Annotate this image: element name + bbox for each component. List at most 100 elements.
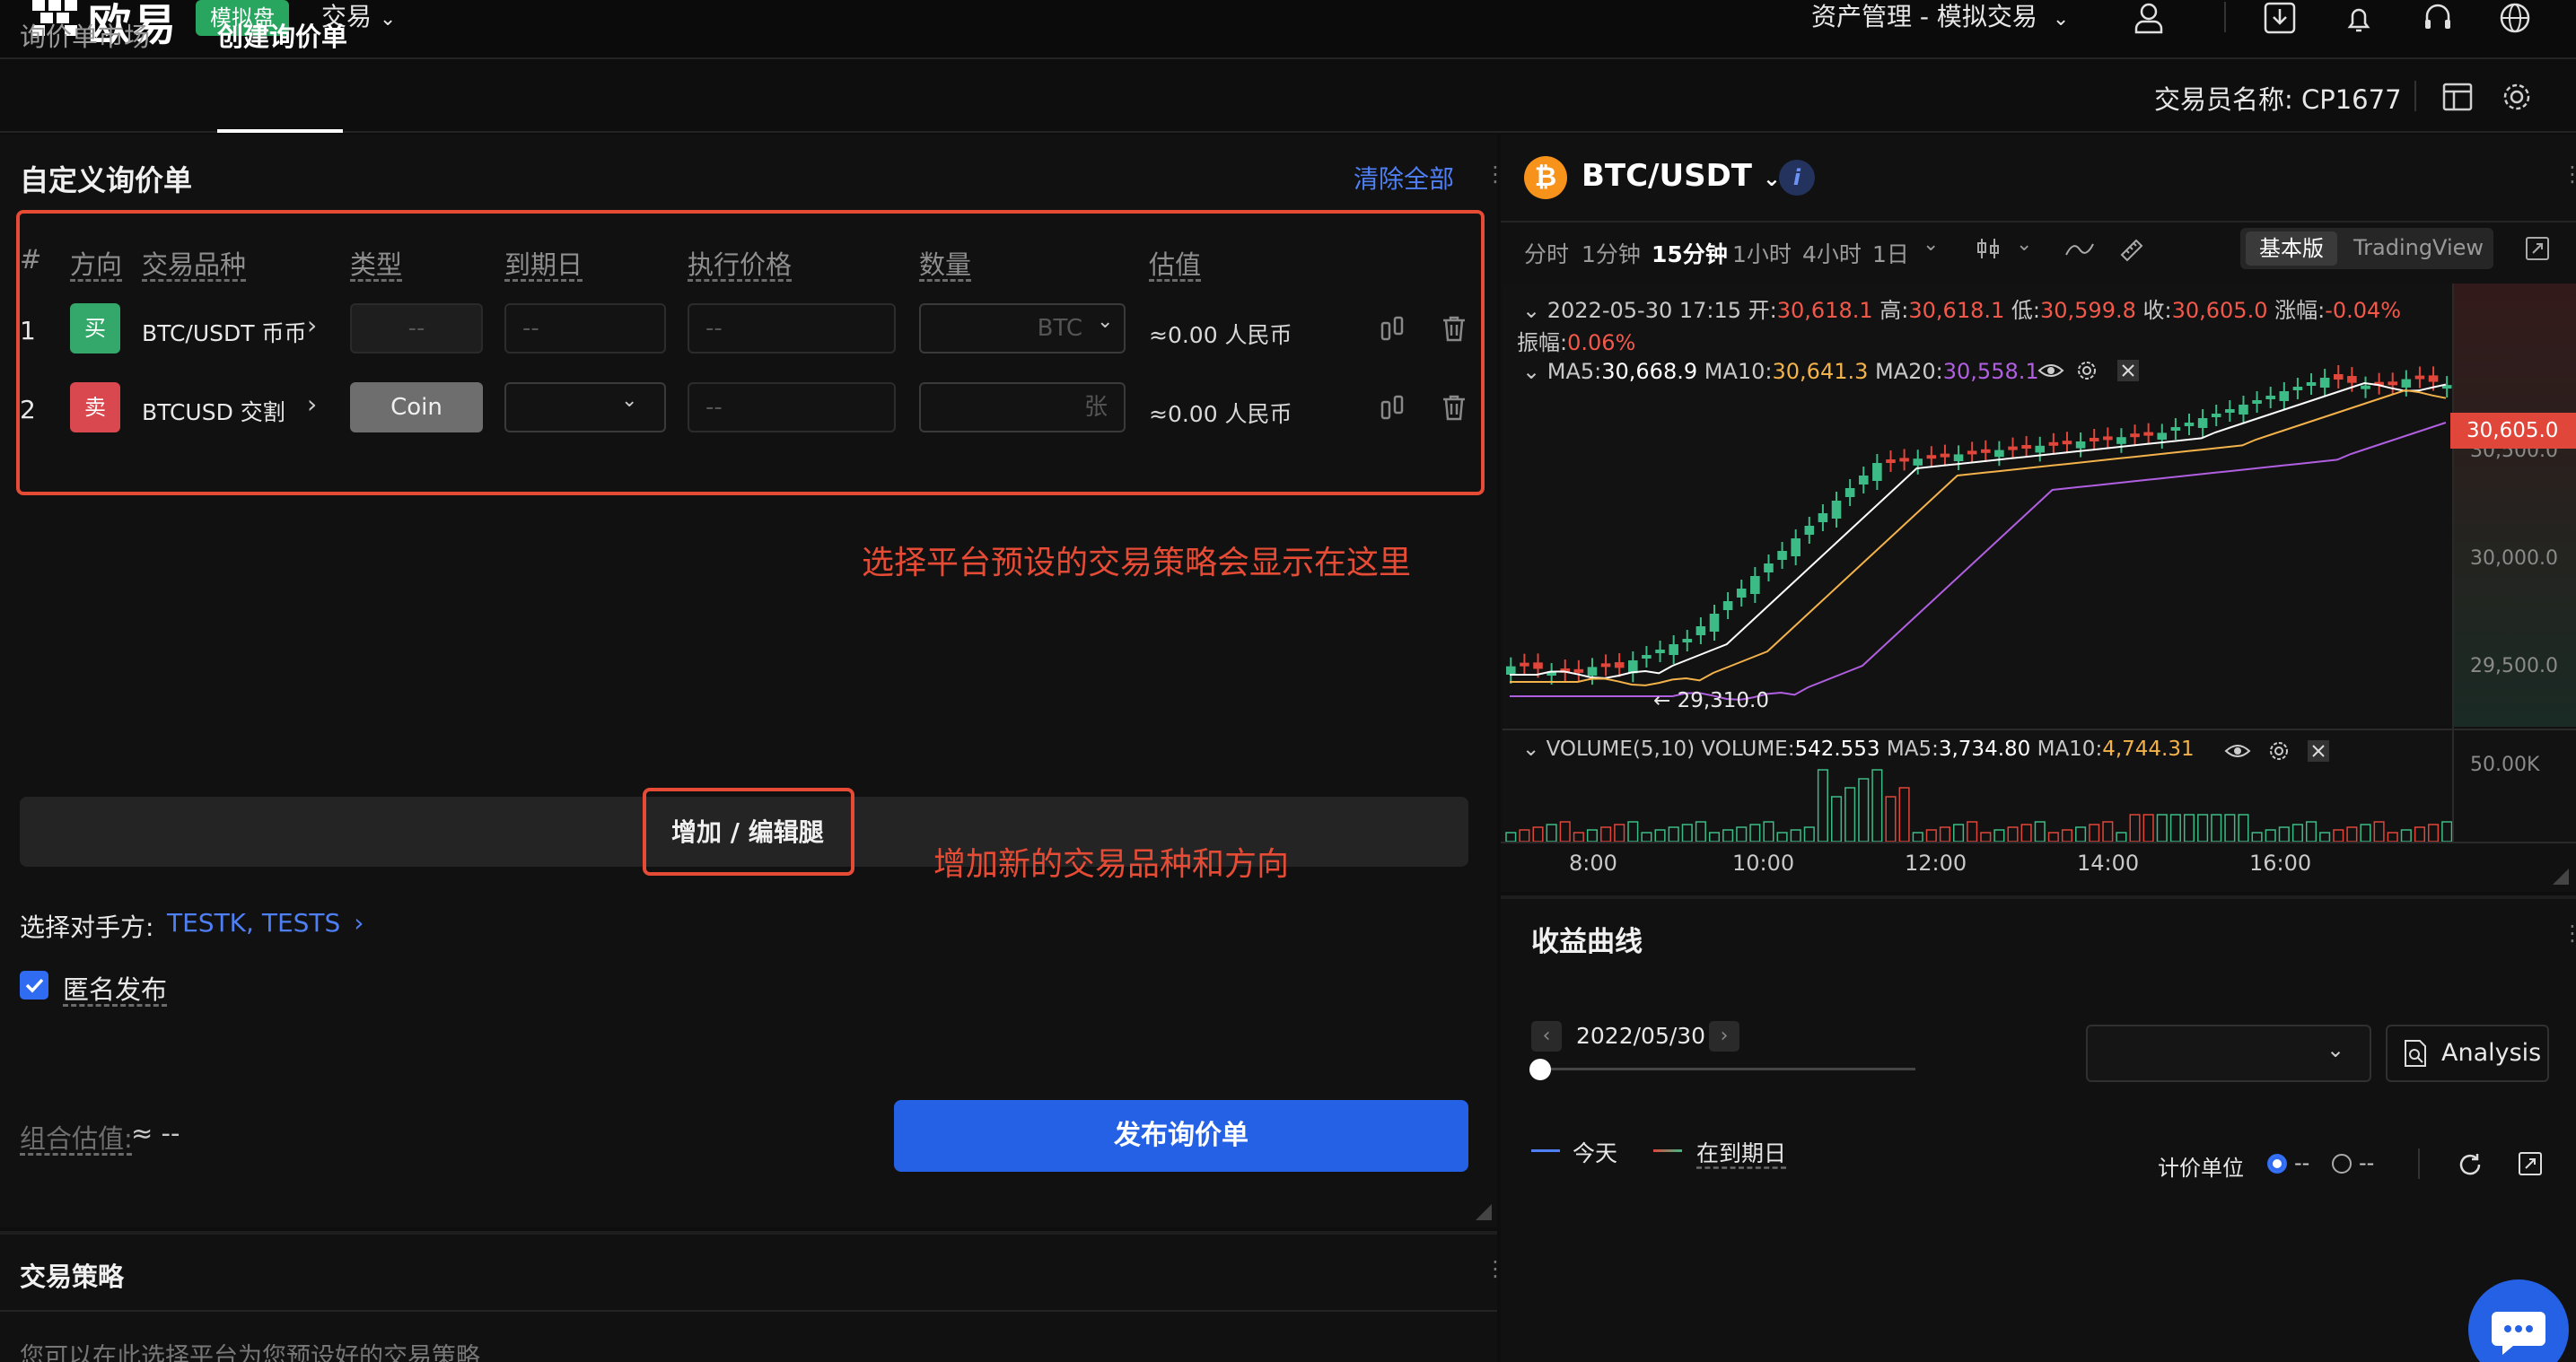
candle (1736, 589, 1747, 598)
anonymous-checkbox[interactable] (20, 971, 48, 1000)
candlestick-icon[interactable] (1975, 235, 2002, 262)
type-selector[interactable]: Coin (350, 382, 483, 432)
trash-icon[interactable] (1438, 391, 1470, 423)
candle (2401, 379, 2412, 388)
close-icon[interactable] (2307, 739, 2330, 763)
view-tradingview-tab[interactable]: TradingView (2353, 235, 2484, 260)
chevron-down-icon[interactable]: ⌄ (1097, 310, 1113, 333)
strike-field[interactable]: -- (688, 382, 896, 432)
chevron-down-icon[interactable]: ⌄ (621, 389, 637, 412)
volume-bar (2075, 826, 2087, 842)
candle (1764, 563, 1774, 572)
refresh-icon[interactable] (2456, 1150, 2484, 1179)
view-basic-tab[interactable]: 基本版 (2246, 231, 2337, 266)
time-tick: 8:00 (1569, 851, 1617, 876)
volume-bar (1546, 824, 1557, 842)
timeframe-tab-active[interactable]: 15分钟 (1652, 237, 1728, 269)
volume-bar (1573, 832, 1584, 842)
info-icon[interactable]: i (1779, 160, 1815, 196)
bell-icon[interactable] (2341, 0, 2377, 36)
user-icon[interactable] (2131, 0, 2167, 36)
tab-create-rfq[interactable]: 创建询价单 (217, 16, 347, 54)
resize-handle-icon[interactable] (1476, 1204, 1492, 1220)
quantity-input[interactable]: 张 (919, 382, 1126, 432)
next-date-button[interactable]: › (1709, 1021, 1739, 1052)
candle (2292, 387, 2303, 390)
side-badge-buy[interactable]: 买 (70, 303, 120, 354)
expand-icon[interactable] (2517, 1150, 2544, 1177)
layout-icon[interactable] (2441, 81, 2474, 113)
globe-icon[interactable] (2497, 0, 2533, 36)
publish-rfq-button[interactable]: 发布询价单 (894, 1100, 1468, 1172)
prev-date-button[interactable]: ‹ (1531, 1021, 1562, 1052)
download-icon[interactable] (2262, 0, 2298, 36)
add-edit-legs-button[interactable]: 增加 / 编辑腿 (671, 813, 824, 849)
side-badge-sell[interactable]: 卖 (70, 382, 120, 432)
unit-option-1: -- (2294, 1150, 2310, 1175)
price-tick: 30,000.0 (2470, 547, 2558, 570)
column-header-side: 方向 (70, 249, 123, 280)
expiry-field[interactable]: -- (504, 303, 666, 354)
chevron-right-icon[interactable]: › (307, 310, 317, 340)
timeframe-tab[interactable]: 1分钟 (1582, 237, 1641, 269)
swap-icon[interactable] (1377, 391, 1409, 423)
headset-icon[interactable] (2420, 0, 2456, 36)
unit-label: 计价单位 (2158, 1156, 2244, 1181)
low-marker: ← 29,310.0 (1653, 689, 1770, 712)
volume-info: ⌄ VOLUME(5,10) VOLUME:542.553 MA5:3,734.… (1522, 738, 2195, 761)
fullscreen-icon[interactable] (2524, 235, 2551, 262)
anonymous-label[interactable]: 匿名发布 (63, 969, 167, 1007)
timeframe-tab[interactable]: 1小时 (1732, 237, 1792, 269)
row-index: 2 (20, 395, 36, 424)
chevron-right-icon[interactable]: › (307, 389, 317, 419)
ruler-icon[interactable] (2118, 235, 2147, 262)
candle (1858, 476, 1869, 485)
swap-icon[interactable] (1377, 312, 1409, 345)
unit-radio-1[interactable] (2267, 1154, 2287, 1174)
instrument-name[interactable]: BTC/USDT 币币 (142, 316, 306, 348)
pair-selector[interactable]: BTC/USDT ⌄ (1582, 158, 1781, 194)
valuation-value: ≈0.00 人民币 (1149, 401, 1292, 427)
chat-support-button[interactable] (2468, 1279, 2569, 1362)
expiry-select[interactable] (504, 382, 666, 432)
candle (2130, 433, 2140, 438)
trash-icon[interactable] (1438, 312, 1470, 345)
candle (2279, 391, 2290, 401)
candle (1981, 449, 1991, 453)
timeframe-tab[interactable]: 1日 (1872, 237, 1909, 269)
strategies-hint: 您可以在此选择平台为您预设好的交易策略 (20, 1343, 480, 1362)
indicator-icon[interactable] (2064, 235, 2095, 262)
unit-radio-2[interactable] (2332, 1154, 2352, 1174)
strike-field[interactable]: -- (688, 303, 896, 354)
gear-icon[interactable] (2501, 81, 2533, 113)
tab-rfq-market[interactable]: 询价单市场 (20, 16, 150, 54)
vol-ma10-label: MA10: (2037, 738, 2103, 761)
volume-bar (1722, 829, 1734, 842)
candle (2333, 374, 2344, 380)
volume-bar (1736, 826, 1748, 842)
chevron-down-icon[interactable]: ⌄ (1522, 738, 1539, 761)
date-slider-handle[interactable] (1529, 1059, 1551, 1080)
chevron-down-icon[interactable]: ⌄ (1923, 233, 1939, 256)
candle (1709, 614, 1720, 632)
counterparty-selector[interactable]: TESTK, TESTS › (167, 908, 364, 938)
drag-handle-icon[interactable]: ⋮ (1485, 162, 1506, 188)
gear-icon[interactable] (2267, 739, 2291, 763)
drag-handle-icon[interactable]: ⋮ (2562, 162, 2576, 187)
timeframe-tab[interactable]: 4小时 (1802, 237, 1862, 269)
check-icon (25, 978, 44, 993)
chevron-down-icon[interactable]: ⌄ (2326, 1037, 2344, 1062)
profit-date: 2022/05/30 (1576, 1023, 1706, 1049)
clear-all-link[interactable]: 清除全部 (1354, 160, 1454, 196)
chevron-down-icon[interactable]: ⌄ (2016, 233, 2032, 256)
drag-handle-icon[interactable]: ⋮ (2562, 921, 2576, 946)
candle (1886, 459, 1896, 463)
date-slider-track[interactable] (1540, 1068, 1915, 1070)
asset-management-menu[interactable]: 资产管理 - 模拟交易 ⌄ (1811, 0, 2069, 37)
timeframe-tab[interactable]: 分时 (1524, 237, 1569, 269)
eye-icon[interactable] (2224, 739, 2251, 763)
quantity-input[interactable]: BTC (919, 303, 1126, 354)
instrument-name[interactable]: BTCUSD 交割 (142, 395, 285, 427)
resize-handle-icon[interactable] (2553, 869, 2569, 885)
volume-label: VOLUME: (1701, 738, 1795, 761)
